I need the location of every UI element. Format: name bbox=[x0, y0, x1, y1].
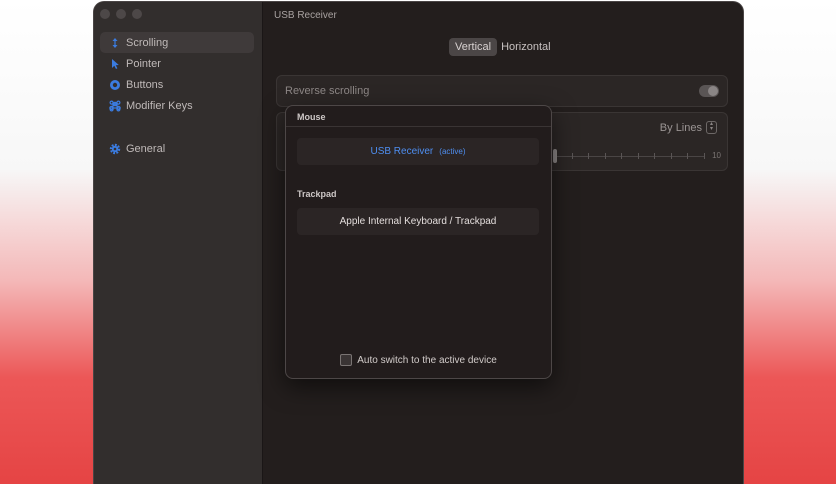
close-window-button[interactable] bbox=[100, 9, 110, 19]
device-name: Apple Internal Keyboard / Trackpad bbox=[339, 216, 497, 227]
auto-switch-row[interactable]: Auto switch to the active device bbox=[286, 354, 551, 366]
minimize-window-button[interactable] bbox=[116, 9, 126, 19]
device-apple-internal-trackpad[interactable]: Apple Internal Keyboard / Trackpad bbox=[297, 208, 539, 235]
device-picker-popover: Mouse USB Receiver (active) Trackpad App… bbox=[285, 105, 552, 379]
scroll-mode-value: By Lines bbox=[659, 121, 702, 134]
sidebar-item-label: Scrolling bbox=[126, 36, 169, 49]
speed-slider-ticks bbox=[555, 153, 705, 159]
orientation-segmented-control: Vertical Horizontal bbox=[449, 38, 555, 56]
tab-vertical[interactable]: Vertical bbox=[449, 38, 498, 56]
buttons-icon bbox=[109, 79, 121, 91]
chevron-up-down-icon: ▴ ▾ bbox=[706, 121, 717, 134]
sidebar-item-label: Modifier Keys bbox=[126, 99, 193, 112]
device-name: USB Receiver bbox=[370, 146, 434, 157]
sidebar-item-label: General bbox=[126, 142, 166, 155]
trackpad-section-header: Trackpad bbox=[297, 189, 337, 199]
zoom-window-button[interactable] bbox=[132, 9, 142, 19]
speed-slider-thumb[interactable] bbox=[553, 149, 557, 163]
gear-icon bbox=[109, 143, 121, 155]
sidebar-item-general[interactable]: General bbox=[100, 138, 254, 159]
sidebar-item-label: Buttons bbox=[126, 78, 164, 91]
sidebar: Scrolling Pointer Buttons Modifier Keys bbox=[94, 2, 263, 484]
speed-max-label: 10 bbox=[712, 151, 721, 160]
window-controls bbox=[100, 9, 142, 19]
divider bbox=[286, 126, 551, 127]
window-title: USB Receiver bbox=[274, 10, 337, 21]
active-tag: (active) bbox=[439, 147, 466, 156]
scroll-arrows-icon bbox=[109, 37, 121, 49]
sidebar-item-scrolling[interactable]: Scrolling bbox=[100, 32, 254, 53]
mouse-section-header: Mouse bbox=[297, 112, 326, 122]
reverse-scrolling-row: Reverse scrolling bbox=[276, 75, 728, 107]
device-usb-receiver[interactable]: USB Receiver (active) bbox=[297, 138, 539, 165]
scroll-mode-select[interactable]: By Lines ▴ ▾ bbox=[660, 121, 717, 134]
reverse-scrolling-toggle[interactable] bbox=[699, 85, 719, 97]
sidebar-item-label: Pointer bbox=[126, 57, 161, 70]
auto-switch-checkbox[interactable] bbox=[340, 354, 353, 366]
sidebar-item-modifier-keys[interactable]: Modifier Keys bbox=[100, 95, 254, 116]
auto-switch-label: Auto switch to the active device bbox=[357, 354, 497, 366]
tab-horizontal[interactable]: Horizontal bbox=[497, 38, 555, 56]
command-icon bbox=[109, 99, 121, 112]
reverse-scrolling-label: Reverse scrolling bbox=[285, 85, 370, 97]
sidebar-item-pointer[interactable]: Pointer bbox=[100, 53, 254, 74]
cursor-arrow-icon bbox=[109, 58, 121, 70]
sidebar-item-buttons[interactable]: Buttons bbox=[100, 74, 254, 95]
